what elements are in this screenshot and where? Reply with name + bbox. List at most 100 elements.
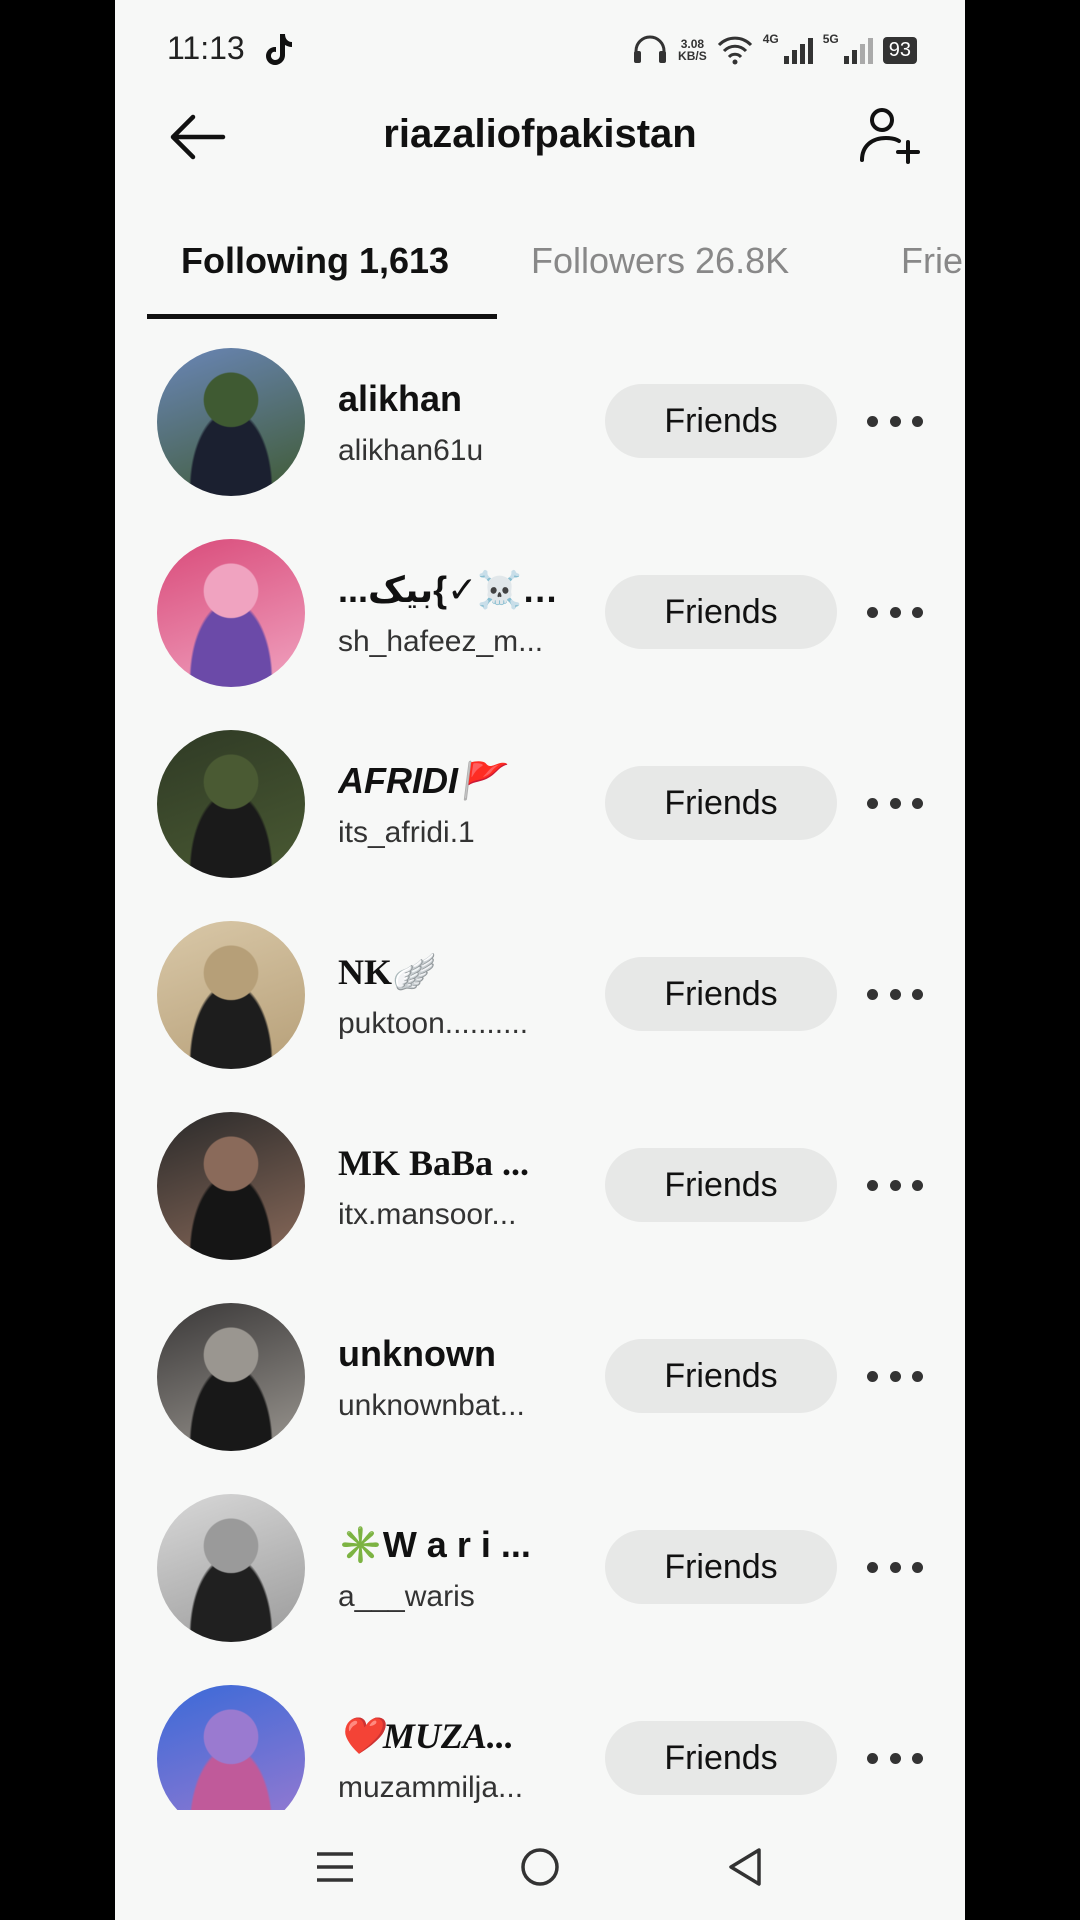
tiktok-icon	[266, 34, 292, 65]
tab-friends[interactable]: Frie	[901, 240, 963, 282]
avatar[interactable]	[157, 539, 305, 687]
status-bar: 11:13 3.08 KB/S 4G 5G 93	[115, 0, 965, 100]
list-item[interactable]: unknown unknownbat... Friends	[115, 1295, 965, 1486]
friends-button[interactable]: Friends	[605, 575, 837, 649]
more-horizontal-icon	[867, 1561, 878, 1573]
more-horizontal-icon	[912, 988, 923, 1000]
avatar[interactable]	[157, 1685, 305, 1810]
user-handle: its_afridi.1	[338, 816, 475, 849]
nav-recents-button[interactable]	[305, 1842, 365, 1892]
nav-home-button[interactable]	[510, 1842, 570, 1892]
more-horizontal-icon	[889, 1370, 901, 1382]
user-handle: unknownbat...	[338, 1389, 525, 1422]
wifi-icon	[717, 36, 752, 65]
more-horizontal-icon	[867, 606, 878, 618]
more-options-button[interactable]	[867, 979, 923, 1009]
more-options-button[interactable]	[867, 597, 923, 627]
list-item[interactable]: ✳️W a r i ... a___waris Friends	[115, 1486, 965, 1677]
header: riazaliofpakistan	[115, 95, 965, 185]
avatar[interactable]	[157, 1112, 305, 1260]
avatar[interactable]	[157, 348, 305, 496]
more-horizontal-icon	[867, 1179, 878, 1191]
more-horizontal-icon	[912, 606, 923, 618]
avatar[interactable]	[157, 1303, 305, 1451]
list-item[interactable]: ...بیک{✓☠️🥷 sh_hafeez_m... Friends	[115, 531, 965, 722]
network-speed-unit: KB/S	[678, 49, 707, 63]
more-horizontal-icon	[912, 1370, 923, 1382]
tab-following[interactable]: Following 1,613	[181, 240, 449, 282]
user-handle: muzammilja...	[338, 1771, 524, 1804]
avatar[interactable]	[157, 1494, 305, 1642]
user-handle: puktoon..........	[338, 1007, 529, 1040]
circle-icon	[521, 1848, 559, 1886]
user-display-name: unknown	[338, 1333, 496, 1374]
more-horizontal-icon	[912, 797, 923, 809]
user-display-name: NK🪽	[338, 952, 437, 992]
network-speed: 3.08 KB/S	[678, 38, 707, 62]
signal-icon	[783, 38, 813, 64]
signal-1-label: 4G	[762, 32, 779, 46]
user-display-name: ✳️W a r i ...	[338, 1524, 531, 1565]
more-horizontal-icon	[867, 415, 878, 427]
triangle-back-icon	[729, 1848, 761, 1886]
more-options-button[interactable]	[867, 1743, 923, 1773]
status-time: 11:13	[167, 30, 245, 66]
signal-2-label: 5G	[822, 32, 839, 46]
friends-button[interactable]: Friends	[605, 384, 837, 458]
user-display-name: alikhan	[338, 378, 463, 419]
active-tab-indicator	[147, 314, 497, 319]
user-display-name: ...بیک{✓☠️🥷	[338, 569, 563, 610]
friends-button[interactable]: Friends	[605, 1339, 837, 1413]
add-user-button[interactable]	[855, 101, 925, 171]
user-handle: a___waris	[338, 1580, 475, 1613]
friends-button[interactable]: Friends	[605, 957, 837, 1031]
more-options-button[interactable]	[867, 788, 923, 818]
more-horizontal-icon	[889, 415, 901, 427]
system-nav-bar	[115, 1812, 965, 1920]
more-horizontal-icon	[912, 1179, 923, 1191]
more-horizontal-icon	[867, 1752, 878, 1764]
more-horizontal-icon	[912, 1561, 923, 1573]
more-horizontal-icon	[889, 797, 901, 809]
more-horizontal-icon	[889, 1179, 901, 1191]
signal-icon	[843, 38, 873, 64]
more-horizontal-icon	[889, 606, 901, 618]
more-horizontal-icon	[889, 988, 901, 1000]
user-display-name: MK BaBa ...	[338, 1143, 530, 1183]
avatar[interactable]	[157, 921, 305, 1069]
nav-back-button[interactable]	[715, 1842, 775, 1892]
list-item[interactable]: AFRIDI🚩 its_afridi.1 Friends	[115, 722, 965, 913]
user-handle: alikhan61u	[338, 434, 484, 467]
more-options-button[interactable]	[867, 406, 923, 436]
person-plus-icon	[860, 108, 920, 164]
app-screen: 11:13 3.08 KB/S 4G 5G 93 riazaliofpakist…	[115, 0, 965, 1920]
tab-followers[interactable]: Followers 26.8K	[531, 240, 789, 282]
more-horizontal-icon	[867, 797, 878, 809]
more-options-button[interactable]	[867, 1170, 923, 1200]
friends-button[interactable]: Friends	[605, 1148, 837, 1222]
tab-bar: Following 1,613 Followers 26.8K Frie	[115, 230, 965, 320]
list-item[interactable]: MK BaBa ... itx.mansoor... Friends	[115, 1104, 965, 1295]
avatar[interactable]	[157, 730, 305, 878]
user-display-name: AFRIDI🚩	[338, 760, 503, 801]
more-horizontal-icon	[867, 1370, 878, 1382]
user-handle: itx.mansoor...	[338, 1198, 517, 1231]
page-title: riazaliofpakistan	[383, 112, 697, 156]
friends-button[interactable]: Friends	[605, 766, 837, 840]
more-horizontal-icon	[867, 988, 878, 1000]
friends-button[interactable]: Friends	[605, 1530, 837, 1604]
list-item[interactable]: alikhan alikhan61u Friends	[115, 340, 965, 531]
list-item[interactable]: ❤️MUZA... muzammilja... Friends	[115, 1677, 965, 1810]
friends-button[interactable]: Friends	[605, 1721, 837, 1795]
status-icons: 3.08 KB/S 4G 5G 93	[632, 32, 917, 68]
more-options-button[interactable]	[867, 1361, 923, 1391]
more-horizontal-icon	[889, 1561, 901, 1573]
more-horizontal-icon	[912, 1752, 923, 1764]
user-display-name: ❤️MUZA...	[338, 1716, 514, 1756]
following-list: alikhan alikhan61u Friends ...بیک{✓☠️🥷 s…	[115, 340, 965, 1810]
more-horizontal-icon	[889, 1752, 901, 1764]
list-item[interactable]: NK🪽 puktoon.......... Friends	[115, 913, 965, 1104]
more-horizontal-icon	[912, 415, 923, 427]
more-options-button[interactable]	[867, 1552, 923, 1582]
user-handle: sh_hafeez_m...	[338, 625, 544, 658]
